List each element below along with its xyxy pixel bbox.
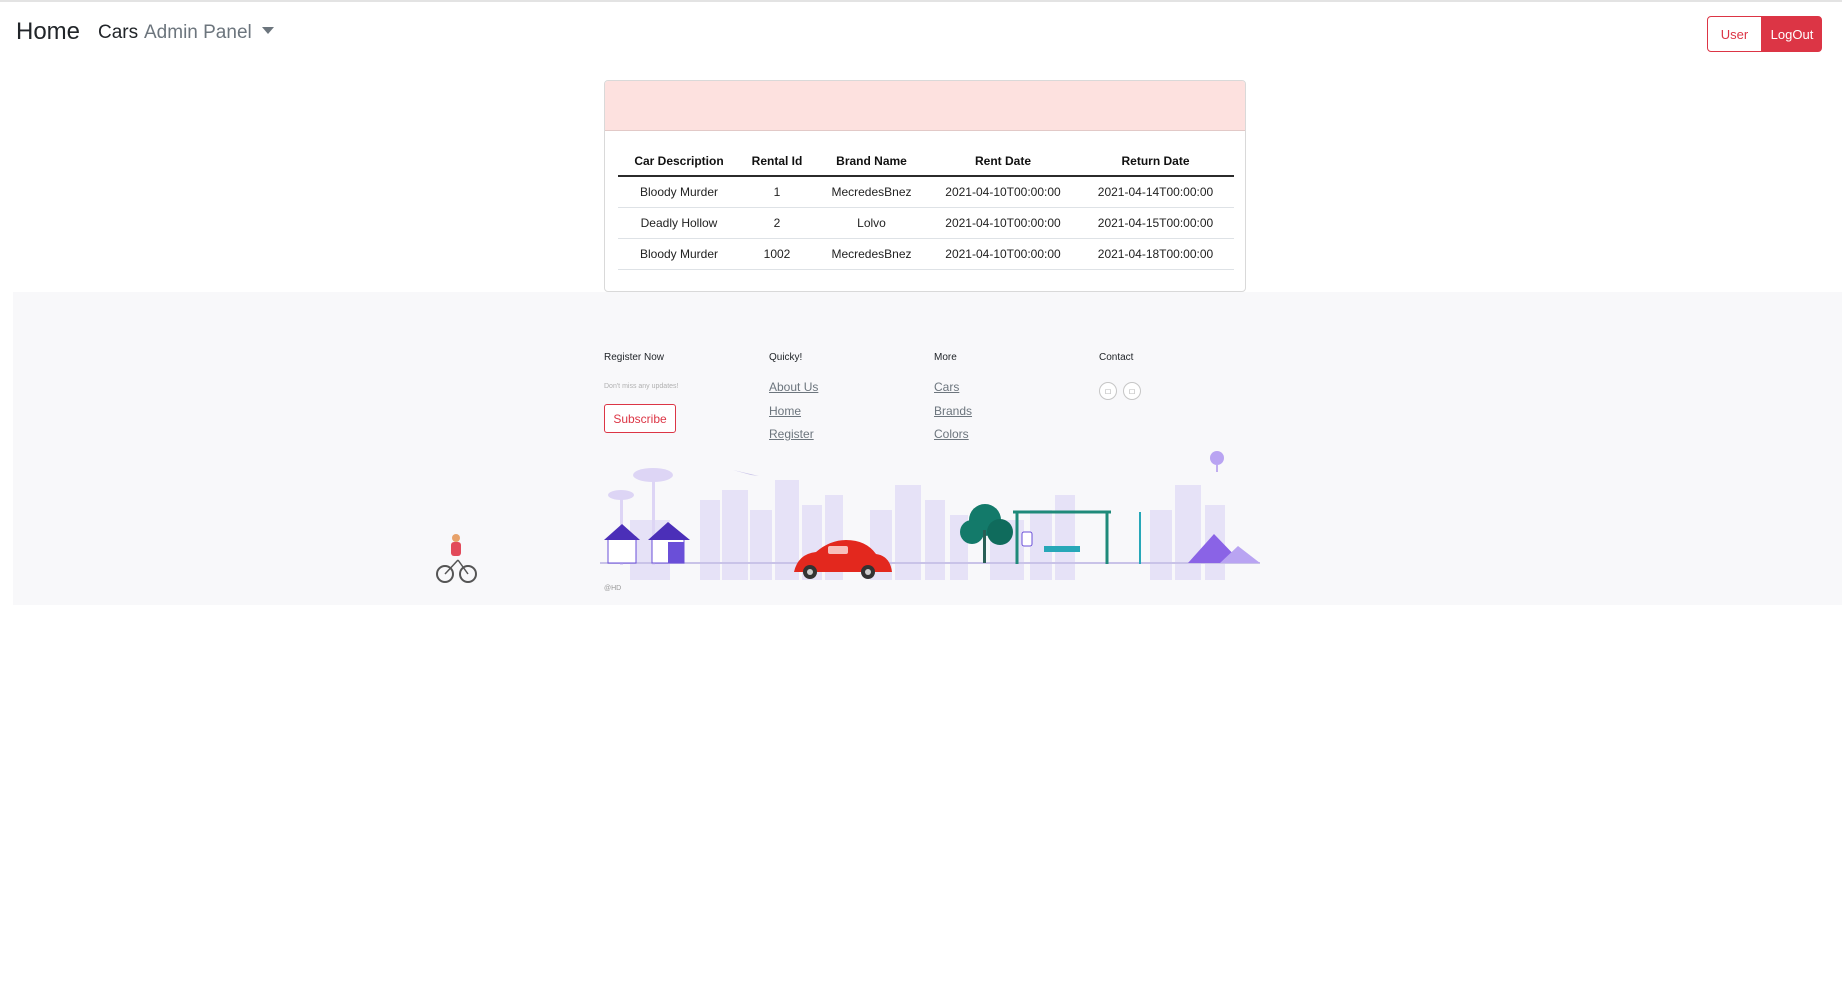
col-car-description: Car Description xyxy=(618,147,740,177)
cell-car-description: Deadly Hollow xyxy=(618,207,740,239)
user-button[interactable]: User xyxy=(1707,16,1762,52)
phone-icon[interactable]: □ xyxy=(1099,382,1117,400)
cell-return-date: 2021-04-14T00:00:00 xyxy=(1077,176,1234,208)
table-row: Bloody Murder 1 MecredesBnez 2021-04-10T… xyxy=(618,176,1234,208)
footer-link-brands[interactable]: Brands xyxy=(934,404,972,428)
col-rent-date: Rent Date xyxy=(929,147,1077,177)
rentals-card: Car Description Rental Id Brand Name Ren… xyxy=(604,80,1246,292)
cell-return-date: 2021-04-18T00:00:00 xyxy=(1077,238,1234,270)
cell-rental-id: 1 xyxy=(740,176,814,208)
rentals-table: Car Description Rental Id Brand Name Ren… xyxy=(618,147,1234,270)
cell-car-description: Bloody Murder xyxy=(618,176,740,208)
register-subtext: Don't miss any updates! xyxy=(604,383,679,390)
cell-rental-id: 2 xyxy=(740,207,814,239)
col-return-date: Return Date xyxy=(1077,147,1234,177)
cell-rent-date: 2021-04-10T00:00:00 xyxy=(929,238,1077,270)
caret-down-icon xyxy=(261,27,274,34)
airplane-icon xyxy=(733,470,759,476)
cell-rent-date: 2021-04-10T00:00:00 xyxy=(929,207,1077,239)
cyclist-icon xyxy=(436,534,477,583)
cell-brand-name: MecredesBnez xyxy=(814,176,929,208)
city-illustration xyxy=(436,451,1260,583)
register-heading: Register Now xyxy=(604,352,665,363)
table-row: Bloody Murder 1002 MecredesBnez 2021-04-… xyxy=(618,238,1234,270)
mobile-icon[interactable]: □ xyxy=(1123,382,1141,400)
nav-brand-home[interactable]: Home xyxy=(16,18,80,46)
more-heading: More xyxy=(934,352,957,363)
footer-link-about-us[interactable]: About Us xyxy=(769,380,818,404)
skyline-icon xyxy=(630,480,1225,580)
footer-link-colors[interactable]: Colors xyxy=(934,427,972,451)
footer-link-cars[interactable]: Cars xyxy=(934,380,972,404)
navbar: Home Cars Admin Panel User LogOut xyxy=(0,2,1842,62)
logout-button[interactable]: LogOut xyxy=(1762,16,1822,52)
table-row: Deadly Hollow 2 Lolvo 2021-04-10T00:00:0… xyxy=(618,207,1234,239)
footer-more-column: More Cars Brands Colors xyxy=(934,352,972,451)
nav-link-cars[interactable]: Cars xyxy=(98,22,138,44)
footer-register-column: Register Now Don't miss any updates! Sub… xyxy=(604,352,678,433)
cell-rent-date: 2021-04-10T00:00:00 xyxy=(929,176,1077,208)
table-header-row: Car Description Rental Id Brand Name Ren… xyxy=(618,147,1234,177)
cell-car-description: Bloody Murder xyxy=(618,238,740,270)
cell-brand-name: Lolvo xyxy=(814,207,929,239)
balloon-icon xyxy=(1210,451,1224,472)
card-header xyxy=(605,81,1245,131)
cell-return-date: 2021-04-15T00:00:00 xyxy=(1077,207,1234,239)
footer-contact-column: Contact □ □ xyxy=(1099,352,1141,400)
subscribe-button[interactable]: Subscribe xyxy=(604,404,676,433)
footer-quick-column: Quicky! About Us Home Register xyxy=(769,352,818,451)
quick-heading: Quicky! xyxy=(769,352,803,363)
footer-link-register[interactable]: Register xyxy=(769,427,818,451)
cell-brand-name: MecredesBnez xyxy=(814,238,929,270)
contact-heading: Contact xyxy=(1099,352,1134,363)
cell-rental-id: 1002 xyxy=(740,238,814,270)
admin-panel-label: Admin Panel xyxy=(144,22,252,43)
bus-sign-icon xyxy=(1021,531,1033,547)
footer-link-home[interactable]: Home xyxy=(769,404,818,428)
bench-icon xyxy=(1044,546,1080,552)
nav-admin-panel-dropdown[interactable]: Admin Panel xyxy=(144,22,274,44)
col-brand-name: Brand Name xyxy=(814,147,929,177)
col-rental-id: Rental Id xyxy=(740,147,814,177)
copyright-text: @HD xyxy=(604,585,622,592)
